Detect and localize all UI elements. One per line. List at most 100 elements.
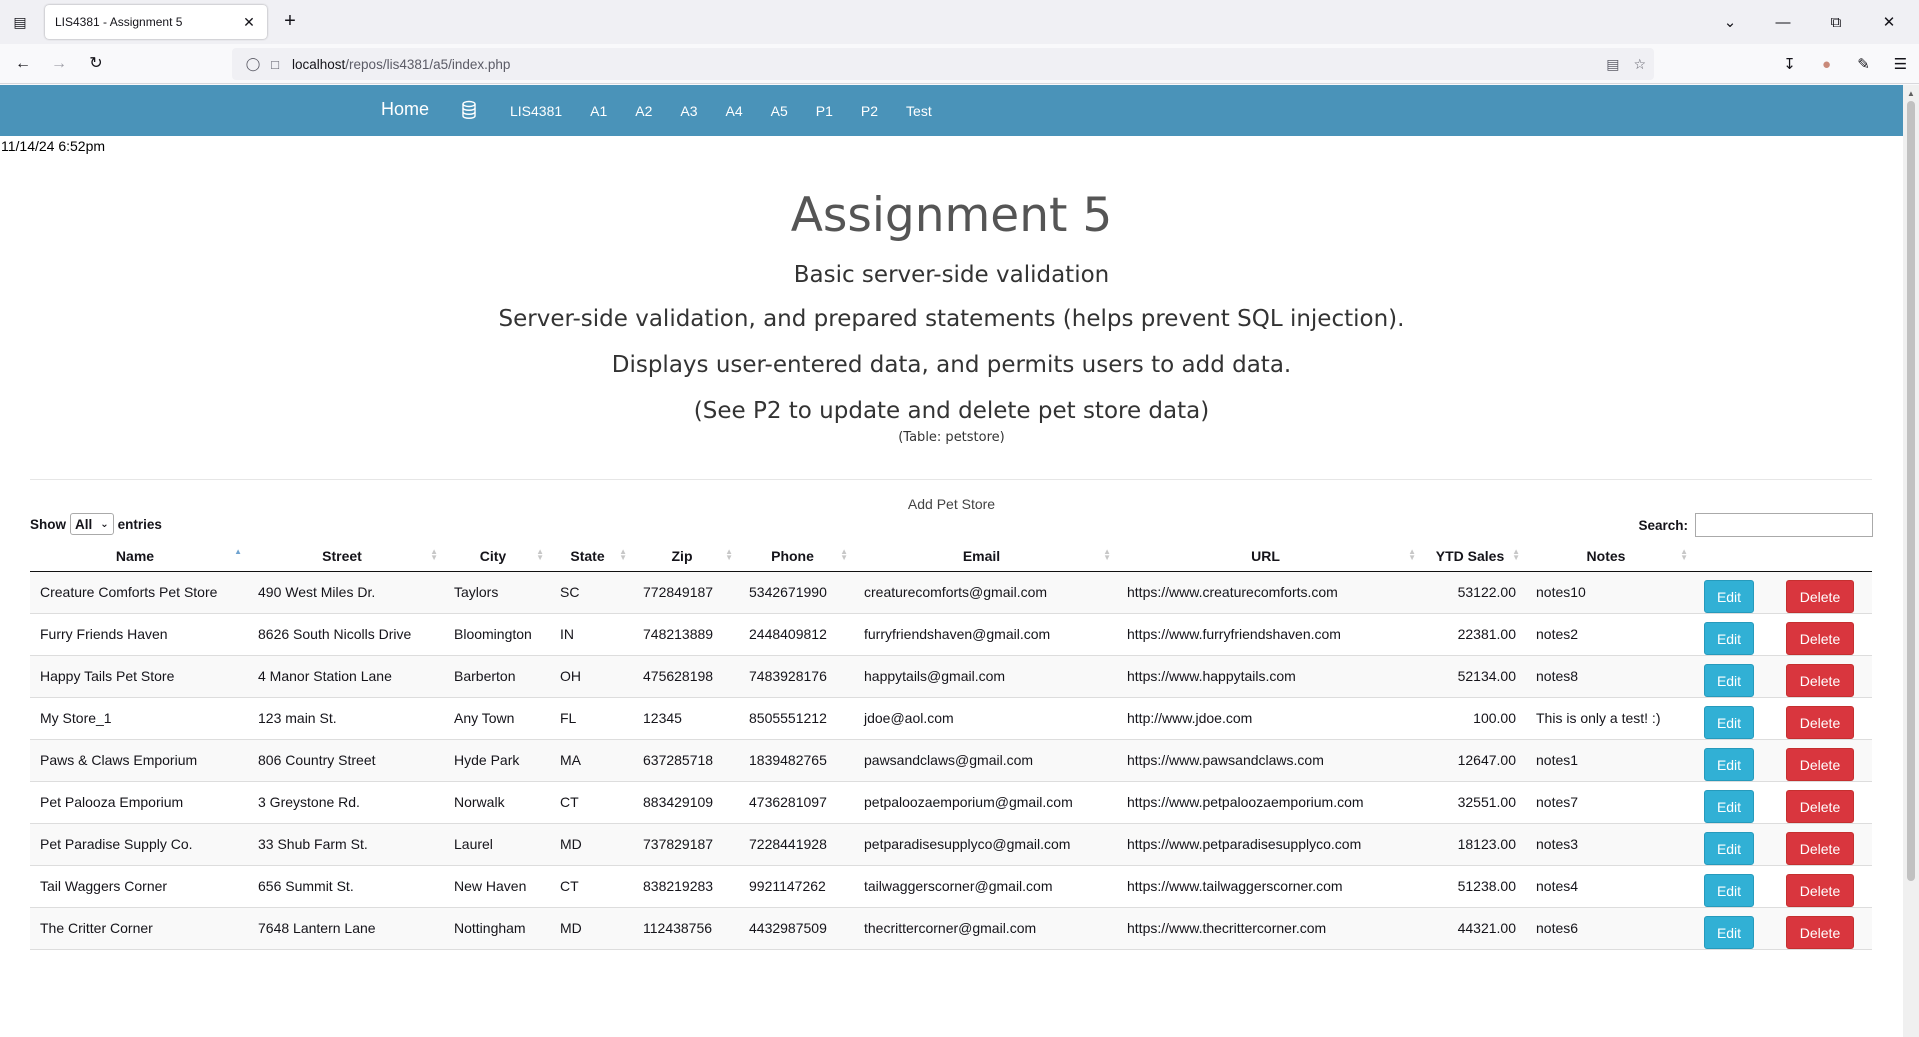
nav-link-a3[interactable]: A3 — [680, 103, 697, 119]
close-window-icon[interactable]: ✕ — [1859, 13, 1919, 31]
tab-close-icon[interactable]: ✕ — [241, 14, 257, 31]
table-cell: 22381.00 — [1422, 613, 1526, 656]
forward-icon[interactable]: → — [47, 52, 71, 76]
table-cell: notes1 — [1526, 739, 1694, 782]
table-header-row: Name ▲ Street ▲ ▼ City ▲ ▼ State ▲ ▼ Zip ▲ ▼ Phon… — [30, 541, 1872, 572]
table-cell: 7648 Lantern Lane — [248, 907, 444, 950]
profile-icon[interactable]: ● — [1808, 56, 1845, 73]
column-header-phone[interactable]: Phone ▲ ▼ — [739, 541, 854, 572]
table-cell: happytails@gmail.com — [854, 655, 1117, 698]
delete-button[interactable]: Delete — [1786, 621, 1854, 655]
tab-list-icon[interactable]: ▤ — [8, 10, 32, 34]
nav-link-a1[interactable]: A1 — [590, 103, 607, 119]
edit-button[interactable]: Edit — [1704, 873, 1754, 907]
nav-link-p1[interactable]: P1 — [816, 103, 833, 119]
sort-icon: ▲ ▼ — [1103, 547, 1111, 562]
menu-icon[interactable]: ☰ — [1882, 55, 1919, 73]
delete-button[interactable]: Delete — [1786, 831, 1854, 865]
site-navbar: Home LIS4381 A1 A2 A3 A4 A5 P1 P2 Test — [0, 85, 1903, 136]
column-header-url[interactable]: URL ▲ ▼ — [1117, 541, 1422, 572]
table-cell: petparadisesupplyco@gmail.com — [854, 823, 1117, 866]
nav-link-lis4381[interactable]: LIS4381 — [510, 103, 562, 119]
edit-cell: Edit — [1694, 907, 1776, 950]
restore-icon[interactable]: ⧉ — [1813, 14, 1859, 31]
back-icon[interactable]: ← — [11, 52, 35, 76]
delete-button[interactable]: Delete — [1786, 579, 1854, 613]
column-header-notes[interactable]: Notes ▲ ▼ — [1526, 541, 1694, 572]
reader-view-icon[interactable]: ▤ — [1606, 56, 1619, 73]
delete-button[interactable]: Delete — [1786, 663, 1854, 697]
page-viewport: Home LIS4381 A1 A2 A3 A4 A5 P1 P2 Test 1… — [0, 85, 1903, 1037]
edit-button[interactable]: Edit — [1704, 747, 1754, 781]
entries-select[interactable]: All ⌄ — [70, 513, 114, 535]
delete-button[interactable]: Delete — [1786, 789, 1854, 823]
table-cell: My Store_1 — [30, 697, 248, 740]
url-text[interactable]: localhost/repos/lis4381/a5/index.php — [292, 57, 510, 72]
column-header-state[interactable]: State ▲ ▼ — [550, 541, 633, 572]
table-cell: Happy Tails Pet Store — [30, 655, 248, 698]
nav-link-a5[interactable]: A5 — [771, 103, 788, 119]
description-line-3: (See P2 to update and delete pet store d… — [693, 398, 1210, 424]
delete-button[interactable]: Delete — [1786, 705, 1854, 739]
delete-button[interactable]: Delete — [1786, 873, 1854, 907]
table-cell: 8505551212 — [739, 697, 854, 740]
table-cell: Creature Comforts Pet Store — [30, 571, 248, 614]
bookmark-star-icon[interactable]: ☆ — [1633, 56, 1646, 73]
new-tab-icon[interactable]: + — [278, 10, 302, 34]
column-header-label: State — [570, 547, 605, 564]
column-header-street[interactable]: Street ▲ ▼ — [248, 541, 444, 572]
edit-button[interactable]: Edit — [1704, 579, 1754, 613]
add-pet-store-label[interactable]: Add Pet Store — [908, 496, 995, 512]
edit-button[interactable]: Edit — [1704, 705, 1754, 739]
column-header-ytd-sales[interactable]: YTD Sales ▲ ▼ — [1422, 541, 1526, 572]
delete-button[interactable]: Delete — [1786, 915, 1854, 949]
edit-button[interactable]: Edit — [1704, 621, 1754, 655]
page-subtitle: Basic server-side validation — [793, 262, 1110, 288]
column-header-city[interactable]: City ▲ ▼ — [444, 541, 550, 572]
table-cell: Barberton — [444, 655, 550, 698]
extensions-icon[interactable]: ✎ — [1845, 55, 1882, 73]
column-header-label: YTD Sales — [1435, 547, 1505, 564]
database-icon[interactable] — [461, 99, 477, 121]
browser-tab-active[interactable]: LIS4381 - Assignment 5 ✕ — [45, 5, 267, 39]
add-pet-store-link[interactable]: Add Pet Store — [0, 496, 1903, 512]
delete-cell: Delete — [1776, 907, 1872, 950]
address-bar[interactable]: ◯ □ localhost/repos/lis4381/a5/index.php… — [232, 48, 1654, 80]
scrollbar-thumb[interactable] — [1907, 101, 1915, 881]
page-scrollbar[interactable]: ▲ — [1903, 85, 1919, 1037]
column-header-zip[interactable]: Zip ▲ ▼ — [633, 541, 739, 572]
column-header-name[interactable]: Name ▲ — [30, 541, 248, 572]
table-cell: 4736281097 — [739, 781, 854, 824]
search-input[interactable] — [1695, 513, 1873, 537]
table-cell: 44321.00 — [1422, 907, 1526, 950]
downloads-icon[interactable]: ↧ — [1771, 55, 1808, 73]
table-cell: 5342671990 — [739, 571, 854, 614]
shield-icon[interactable]: ◯ — [242, 56, 264, 72]
minimize-icon[interactable]: — — [1753, 14, 1813, 31]
nav-link-p2[interactable]: P2 — [861, 103, 878, 119]
nav-brand-home[interactable]: Home — [381, 99, 429, 120]
scroll-up-icon[interactable]: ▲ — [1903, 89, 1919, 98]
nav-link-a4[interactable]: A4 — [726, 103, 743, 119]
table-cell: CT — [550, 781, 633, 824]
column-header-email[interactable]: Email ▲ ▼ — [854, 541, 1117, 572]
reload-icon[interactable]: ↻ — [84, 52, 108, 76]
column-header-label: Email — [962, 547, 1001, 564]
page-header: Assignment 5 Basic server-side validatio… — [0, 192, 1903, 445]
edit-button[interactable]: Edit — [1704, 915, 1754, 949]
column-header-label: URL — [1251, 547, 1280, 564]
delete-button[interactable]: Delete — [1786, 747, 1854, 781]
nav-link-test[interactable]: Test — [906, 103, 932, 119]
edit-button[interactable]: Edit — [1704, 831, 1754, 865]
table-cell: https://www.tailwaggerscorner.com — [1117, 865, 1422, 908]
column-header-label: Name — [115, 547, 155, 564]
edit-button[interactable]: Edit — [1704, 789, 1754, 823]
nav-link-a2[interactable]: A2 — [635, 103, 652, 119]
edit-button[interactable]: Edit — [1704, 663, 1754, 697]
sort-asc-icon: ▲ — [234, 547, 242, 556]
list-all-tabs-icon[interactable]: ⌄ — [1707, 13, 1753, 31]
delete-cell: Delete — [1776, 655, 1872, 698]
table-row: Paws & Claws Emporium 806 Country Street H… — [30, 739, 1872, 782]
table-cell: Any Town — [444, 697, 550, 740]
table-row: Happy Tails Pet Store 4 Manor Station Lan… — [30, 655, 1872, 698]
